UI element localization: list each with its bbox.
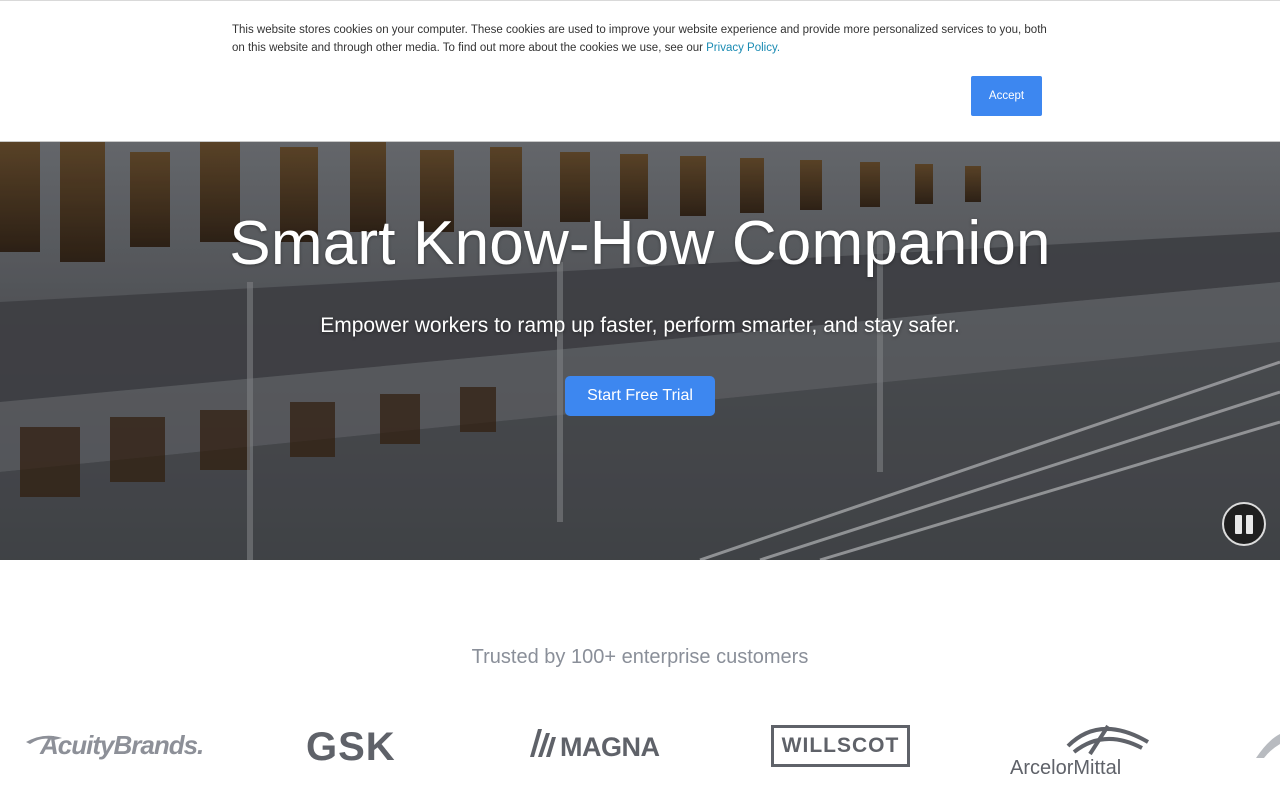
next-logo-partial	[1256, 734, 1280, 758]
privacy-policy-link[interactable]: Privacy Policy.	[706, 42, 780, 54]
willscot-logo: WILLSCOT	[771, 725, 910, 767]
hero-title: Smart Know-How Companion	[229, 209, 1051, 278]
accept-cookies-button[interactable]: Accept	[971, 76, 1042, 116]
gsk-logo: GSK	[306, 725, 396, 765]
svg-text:AcuityBrands.: AcuityBrands.	[39, 730, 203, 760]
acuity-brands-logo: AcuityBrands.	[26, 730, 204, 760]
hero-section: Smart Know-How Companion Empower workers…	[0, 142, 1280, 560]
trusted-heading: Trusted by 100+ enterprise customers	[471, 646, 809, 668]
svg-text:MAGNA: MAGNA	[560, 732, 660, 759]
cookie-banner: This website stores cookies on your comp…	[0, 0, 1280, 142]
svg-text:ArcelorMittal: ArcelorMittal	[1010, 757, 1121, 778]
cookie-notice-text: This website stores cookies on your comp…	[232, 21, 1052, 57]
magna-logo: MAGNA	[530, 729, 660, 759]
hero-overlay	[0, 142, 1280, 560]
svg-text:GSK: GSK	[306, 725, 396, 765]
arcelormittal-logo: ArcelorMittal	[1010, 724, 1150, 778]
start-free-trial-button[interactable]: Start Free Trial	[565, 376, 715, 416]
video-pause-button[interactable]	[1222, 502, 1266, 546]
cookie-text-body: This website stores cookies on your comp…	[232, 24, 1047, 54]
customer-logos-carousel: AcuityBrands. GSK MAGNA WILLSCOT Arcelor…	[0, 700, 1280, 800]
hero-subtitle: Empower workers to ramp up faster, perfo…	[320, 314, 960, 337]
willscot-logo-text: WILLSCOT	[781, 734, 900, 757]
